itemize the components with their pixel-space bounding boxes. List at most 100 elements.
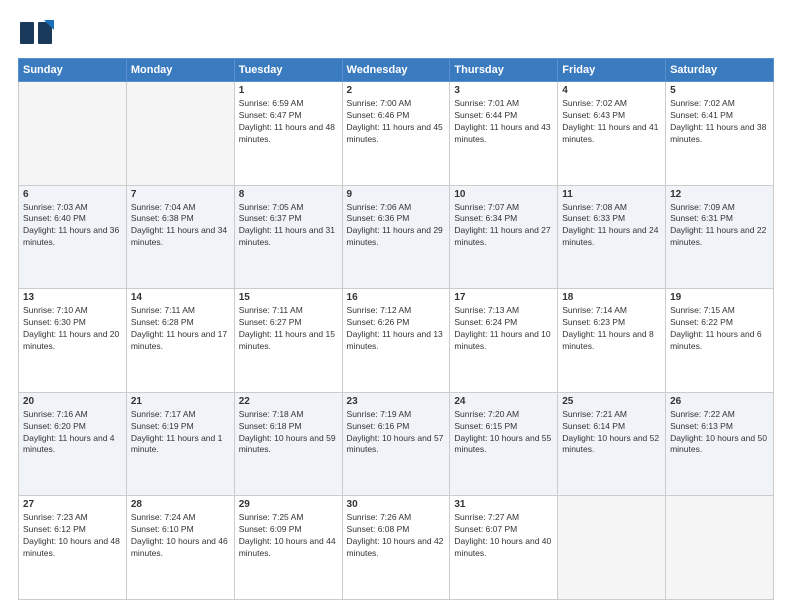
calendar-cell	[666, 496, 774, 600]
day-number: 30	[347, 499, 446, 510]
day-info: Sunrise: 7:00 AM Sunset: 6:46 PM Dayligh…	[347, 98, 446, 146]
day-number: 13	[23, 292, 122, 303]
day-info: Sunrise: 7:13 AM Sunset: 6:24 PM Dayligh…	[454, 305, 553, 353]
calendar-cell: 15 Sunrise: 7:11 AM Sunset: 6:27 PM Dayli…	[234, 289, 342, 393]
day-info: Sunrise: 7:17 AM Sunset: 6:19 PM Dayligh…	[131, 409, 230, 457]
calendar-cell: 7 Sunrise: 7:04 AM Sunset: 6:38 PM Daylig…	[126, 185, 234, 289]
calendar-cell: 3 Sunrise: 7:01 AM Sunset: 6:44 PM Daylig…	[450, 82, 558, 186]
calendar-cell: 5 Sunrise: 7:02 AM Sunset: 6:41 PM Daylig…	[666, 82, 774, 186]
calendar-cell: 13 Sunrise: 7:10 AM Sunset: 6:30 PM Dayli…	[19, 289, 127, 393]
weekday-header-monday: Monday	[126, 59, 234, 82]
weekday-header-thursday: Thursday	[450, 59, 558, 82]
day-number: 4	[562, 85, 661, 96]
calendar-cell: 21Sunrise: 7:17 AM Sunset: 6:19 PM Dayli…	[126, 392, 234, 496]
calendar-cell: 6 Sunrise: 7:03 AM Sunset: 6:40 PM Daylig…	[19, 185, 127, 289]
day-info: Sunrise: 7:22 AM Sunset: 6:13 PM Dayligh…	[670, 409, 769, 457]
weekday-header-friday: Friday	[558, 59, 666, 82]
logo-icon	[18, 18, 54, 48]
calendar-cell: 26 Sunrise: 7:22 AM Sunset: 6:13 PM Dayli…	[666, 392, 774, 496]
day-info: Sunrise: 7:02 AM Sunset: 6:43 PM Dayligh…	[562, 98, 661, 146]
day-info: Sunrise: 7:11 AM Sunset: 6:27 PM Dayligh…	[239, 305, 338, 353]
day-number: 3	[454, 85, 553, 96]
day-info: Sunrise: 7:10 AM Sunset: 6:30 PM Dayligh…	[23, 305, 122, 353]
day-number: 25	[562, 396, 661, 407]
day-number: 17	[454, 292, 553, 303]
week-row-2: 6 Sunrise: 7:03 AM Sunset: 6:40 PM Daylig…	[19, 185, 774, 289]
day-number: 8	[239, 189, 338, 200]
calendar-cell: 18Sunrise: 7:14 AM Sunset: 6:23 PM Dayli…	[558, 289, 666, 393]
day-info: Sunrise: 7:20 AM Sunset: 6:15 PM Dayligh…	[454, 409, 553, 457]
day-number: 14	[131, 292, 230, 303]
day-info: Sunrise: 6:59 AM Sunset: 6:47 PM Dayligh…	[239, 98, 338, 146]
day-info: Sunrise: 7:08 AM Sunset: 6:33 PM Dayligh…	[562, 202, 661, 250]
calendar-cell: 2 Sunrise: 7:00 AM Sunset: 6:46 PM Daylig…	[342, 82, 450, 186]
day-number: 28	[131, 499, 230, 510]
day-number: 12	[670, 189, 769, 200]
calendar-cell: 25 Sunrise: 7:21 AM Sunset: 6:14 PM Dayli…	[558, 392, 666, 496]
day-number: 20	[23, 396, 122, 407]
calendar-cell: 4 Sunrise: 7:02 AM Sunset: 6:43 PM Daylig…	[558, 82, 666, 186]
day-info: Sunrise: 7:01 AM Sunset: 6:44 PM Dayligh…	[454, 98, 553, 146]
day-number: 29	[239, 499, 338, 510]
day-info: Sunrise: 7:26 AM Sunset: 6:08 PM Dayligh…	[347, 512, 446, 560]
day-number: 27	[23, 499, 122, 510]
calendar-cell: 17 Sunrise: 7:13 AM Sunset: 6:24 PM Dayli…	[450, 289, 558, 393]
day-info: Sunrise: 7:16 AM Sunset: 6:20 PM Dayligh…	[23, 409, 122, 457]
calendar-cell: 12 Sunrise: 7:09 AM Sunset: 6:31 PM Dayli…	[666, 185, 774, 289]
calendar-page: SundayMondayTuesdayWednesdayThursdayFrid…	[0, 0, 792, 612]
calendar-table: SundayMondayTuesdayWednesdayThursdayFrid…	[18, 58, 774, 600]
day-number: 5	[670, 85, 769, 96]
calendar-cell: 30 Sunrise: 7:26 AM Sunset: 6:08 PM Dayli…	[342, 496, 450, 600]
calendar-cell: 11 Sunrise: 7:08 AM Sunset: 6:33 PM Dayli…	[558, 185, 666, 289]
calendar-cell: 8 Sunrise: 7:05 AM Sunset: 6:37 PM Daylig…	[234, 185, 342, 289]
weekday-header-saturday: Saturday	[666, 59, 774, 82]
day-info: Sunrise: 7:04 AM Sunset: 6:38 PM Dayligh…	[131, 202, 230, 250]
calendar-cell: 20 Sunrise: 7:16 AM Sunset: 6:20 PM Dayli…	[19, 392, 127, 496]
day-info: Sunrise: 7:07 AM Sunset: 6:34 PM Dayligh…	[454, 202, 553, 250]
day-info: Sunrise: 7:21 AM Sunset: 6:14 PM Dayligh…	[562, 409, 661, 457]
day-info: Sunrise: 7:19 AM Sunset: 6:16 PM Dayligh…	[347, 409, 446, 457]
calendar-cell: 10 Sunrise: 7:07 AM Sunset: 6:34 PM Dayli…	[450, 185, 558, 289]
day-info: Sunrise: 7:15 AM Sunset: 6:22 PM Dayligh…	[670, 305, 769, 353]
day-info: Sunrise: 7:18 AM Sunset: 6:18 PM Dayligh…	[239, 409, 338, 457]
calendar-cell: 28 Sunrise: 7:24 AM Sunset: 6:10 PM Dayli…	[126, 496, 234, 600]
week-row-4: 20 Sunrise: 7:16 AM Sunset: 6:20 PM Dayli…	[19, 392, 774, 496]
weekday-header-sunday: Sunday	[19, 59, 127, 82]
day-info: Sunrise: 7:03 AM Sunset: 6:40 PM Dayligh…	[23, 202, 122, 250]
weekday-header-wednesday: Wednesday	[342, 59, 450, 82]
day-number: 11	[562, 189, 661, 200]
day-info: Sunrise: 7:11 AM Sunset: 6:28 PM Dayligh…	[131, 305, 230, 353]
day-number: 26	[670, 396, 769, 407]
day-number: 24	[454, 396, 553, 407]
day-number: 7	[131, 189, 230, 200]
calendar-cell: 9Sunrise: 7:06 AM Sunset: 6:36 PM Daylig…	[342, 185, 450, 289]
calendar-cell: 16 Sunrise: 7:12 AM Sunset: 6:26 PM Dayli…	[342, 289, 450, 393]
day-info: Sunrise: 7:05 AM Sunset: 6:37 PM Dayligh…	[239, 202, 338, 250]
weekday-header-tuesday: Tuesday	[234, 59, 342, 82]
day-info: Sunrise: 7:02 AM Sunset: 6:41 PM Dayligh…	[670, 98, 769, 146]
week-row-3: 13 Sunrise: 7:10 AM Sunset: 6:30 PM Dayli…	[19, 289, 774, 393]
day-number: 6	[23, 189, 122, 200]
day-number: 22	[239, 396, 338, 407]
day-number: 10	[454, 189, 553, 200]
calendar-cell: 22 Sunrise: 7:18 AM Sunset: 6:18 PM Dayli…	[234, 392, 342, 496]
day-number: 15	[239, 292, 338, 303]
day-info: Sunrise: 7:12 AM Sunset: 6:26 PM Dayligh…	[347, 305, 446, 353]
day-info: Sunrise: 7:27 AM Sunset: 6:07 PM Dayligh…	[454, 512, 553, 560]
day-info: Sunrise: 7:06 AM Sunset: 6:36 PM Dayligh…	[347, 202, 446, 250]
header	[18, 18, 774, 48]
day-info: Sunrise: 7:14 AM Sunset: 6:23 PM Dayligh…	[562, 305, 661, 353]
day-number: 16	[347, 292, 446, 303]
day-number: 2	[347, 85, 446, 96]
logo	[18, 18, 58, 48]
calendar-cell: 1Sunrise: 6:59 AM Sunset: 6:47 PM Daylig…	[234, 82, 342, 186]
day-number: 31	[454, 499, 553, 510]
calendar-cell	[558, 496, 666, 600]
calendar-cell: 23Sunrise: 7:19 AM Sunset: 6:16 PM Dayli…	[342, 392, 450, 496]
day-info: Sunrise: 7:24 AM Sunset: 6:10 PM Dayligh…	[131, 512, 230, 560]
day-number: 19	[670, 292, 769, 303]
calendar-cell	[126, 82, 234, 186]
calendar-cell: 29Sunrise: 7:25 AM Sunset: 6:09 PM Dayli…	[234, 496, 342, 600]
day-info: Sunrise: 7:23 AM Sunset: 6:12 PM Dayligh…	[23, 512, 122, 560]
day-info: Sunrise: 7:09 AM Sunset: 6:31 PM Dayligh…	[670, 202, 769, 250]
